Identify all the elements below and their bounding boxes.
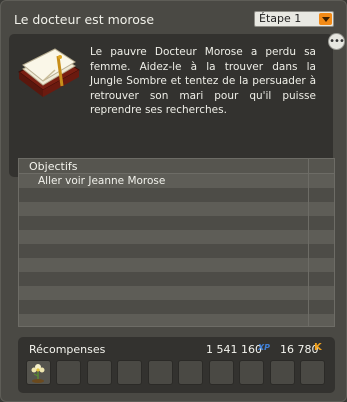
step-dropdown-value: Étape 1 bbox=[259, 12, 302, 25]
quest-title: Le docteur est morose bbox=[14, 12, 155, 27]
column-divider bbox=[308, 159, 309, 326]
step-dropdown[interactable]: Étape 1 bbox=[254, 11, 334, 27]
list-item bbox=[19, 300, 334, 314]
reward-slot[interactable] bbox=[300, 360, 325, 385]
objective-label: Aller voir Jeanne Morose bbox=[38, 175, 166, 187]
list-item[interactable]: Aller voir Jeanne Morose bbox=[19, 174, 334, 188]
more-options-button[interactable]: ••• bbox=[328, 33, 345, 50]
chevron-down-icon[interactable] bbox=[319, 13, 332, 25]
quest-window: Le docteur est morose Étape 1 ••• Le pau… bbox=[0, 0, 347, 402]
list-item bbox=[19, 202, 334, 216]
reward-slot[interactable] bbox=[270, 360, 295, 385]
book-icon bbox=[18, 48, 80, 97]
quest-description: Le pauvre Docteur Morose a perdu sa femm… bbox=[90, 46, 316, 116]
objectives-panel: Objectifs Aller voir Jeanne Morose bbox=[18, 158, 335, 327]
reward-slot[interactable] bbox=[56, 360, 81, 385]
reward-slot[interactable] bbox=[26, 360, 51, 385]
objectives-list: Aller voir Jeanne Morose bbox=[19, 174, 334, 326]
reward-slot[interactable] bbox=[178, 360, 203, 385]
kamas-value: 16 780 bbox=[280, 343, 319, 356]
list-item bbox=[19, 230, 334, 244]
rewards-title: Récompenses bbox=[29, 343, 106, 356]
list-item bbox=[19, 216, 334, 230]
list-item bbox=[19, 188, 334, 202]
list-item bbox=[19, 286, 334, 300]
reward-slot[interactable] bbox=[87, 360, 112, 385]
list-item bbox=[19, 244, 334, 258]
xp-value: 1 541 160 bbox=[206, 343, 262, 356]
xp-icon: XP bbox=[258, 343, 271, 352]
objectives-header: Objectifs bbox=[19, 159, 334, 174]
reward-slot[interactable] bbox=[239, 360, 264, 385]
objectives-title: Objectifs bbox=[29, 160, 78, 173]
list-item bbox=[19, 314, 334, 326]
reward-slot[interactable] bbox=[209, 360, 234, 385]
list-item bbox=[19, 272, 334, 286]
reward-slot[interactable] bbox=[117, 360, 142, 385]
reward-slot[interactable] bbox=[148, 360, 173, 385]
flower-item-icon bbox=[31, 364, 45, 383]
list-item bbox=[19, 258, 334, 272]
kamas-icon: K bbox=[314, 342, 322, 353]
